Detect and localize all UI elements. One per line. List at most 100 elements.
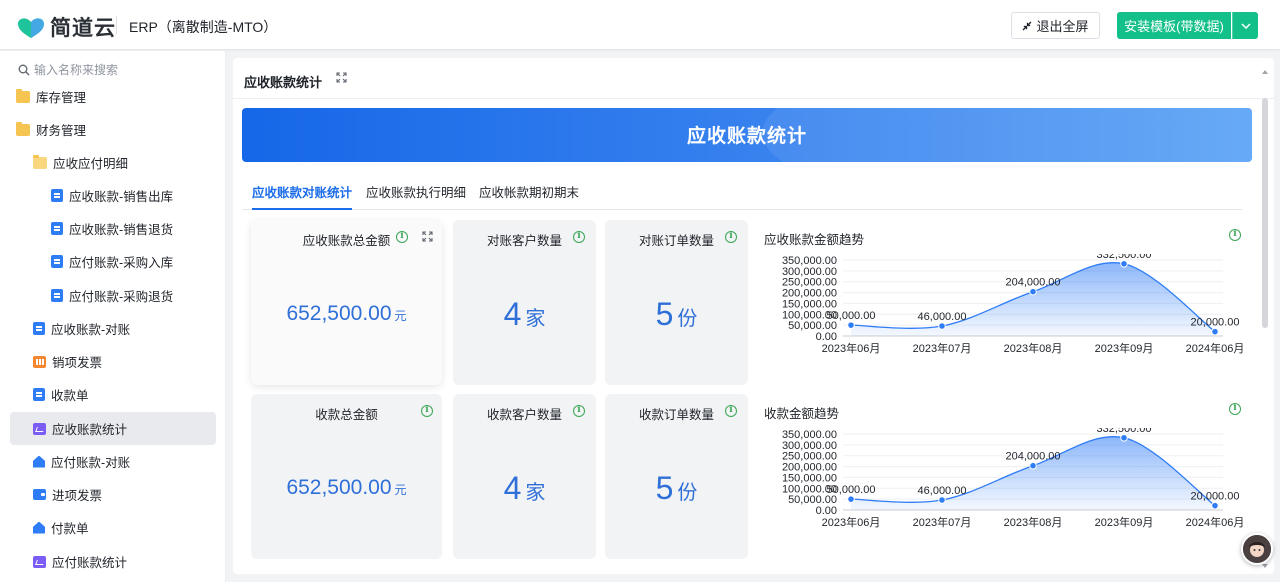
tab-ar-execution-detail[interactable]: 应收账款执行明细	[366, 182, 466, 210]
info-icon[interactable]	[1229, 403, 1241, 415]
kpi-title: 应收账款总金额	[302, 234, 391, 248]
scrollbar-thumb[interactable]	[1262, 98, 1268, 328]
header-divider	[116, 16, 117, 34]
chart-title-receipt-trend: 收款金额趋势	[764, 407, 840, 421]
banner-title: 应收账款统计	[686, 126, 807, 147]
sidebar-item-ar-statistics[interactable]: 应收账款统计	[10, 412, 216, 445]
y-tick-label: 0.00	[816, 331, 837, 343]
data-label: 332,500.00	[1096, 428, 1151, 435]
sidebar-item-label: 销项发票	[52, 356, 103, 370]
expand-icon[interactable]	[422, 231, 433, 242]
chart-icon	[33, 555, 46, 568]
sidebar-item-inventory[interactable]: 库存管理	[10, 80, 216, 113]
y-tick-label: 350,000.00	[782, 429, 837, 441]
logo-text: 简道云	[50, 17, 116, 40]
info-icon[interactable]	[573, 405, 585, 417]
data-point	[847, 495, 855, 503]
info-icon[interactable]	[1229, 229, 1241, 241]
sidebar-item-input-invoice[interactable]: 进项发票	[10, 478, 216, 511]
assistant-avatar[interactable]	[1241, 533, 1273, 565]
sidebar-item-label: 财务管理	[36, 124, 87, 138]
y-tick-label: 150,000.00	[782, 298, 837, 310]
kpi-ar-total-amount: 应收账款总金额 652,500.00元	[251, 220, 442, 385]
sidebar-item-output-invoice[interactable]: 销项发票	[10, 345, 216, 378]
tab-ar-period-begin-end[interactable]: 应收帐款期初期末	[479, 182, 579, 210]
exit-fullscreen-label: 退出全屏	[1036, 19, 1089, 34]
sidebar-item-label: 应收账款-对账	[51, 323, 131, 337]
sidebar-item-label: 应收账款-销售出库	[69, 190, 174, 204]
form-icon	[51, 222, 63, 235]
chevron-down-icon	[1240, 22, 1251, 29]
y-tick-label: 250,000.00	[782, 277, 837, 289]
data-label: 46,000.00	[918, 311, 967, 323]
sidebar-item-ar-reconcile[interactable]: 应收账款-对账	[10, 312, 216, 345]
sidebar-item-ap-statistics[interactable]: 应付账款统计	[10, 545, 216, 578]
ar-amount-trend-chart: 0.0050,000.00100,000.00150,000.00200,000…	[782, 254, 1243, 355]
tab-ar-reconcile-stats[interactable]: 应收账款对账统计	[252, 182, 353, 210]
kpi-value: 5份	[655, 470, 698, 506]
sidebar-item-label: 应付账款-采购入库	[69, 256, 174, 270]
info-icon[interactable]	[725, 231, 737, 243]
data-point	[938, 496, 946, 504]
data-label: 204,000.00	[1005, 451, 1060, 463]
sidebar-item-ap-purchase-in[interactable]: 应付账款-采购入库	[10, 245, 216, 278]
sidebar-item-label: 付款单	[51, 522, 89, 536]
kpi-value: 652,500.00 元	[286, 302, 407, 325]
info-icon[interactable]	[573, 231, 585, 243]
data-point	[1211, 501, 1219, 510]
sidebar-item-label: 进项发票	[52, 489, 103, 503]
dashboard-banner: 应收账款统计	[242, 108, 1252, 162]
data-label: 332,500.00	[1096, 254, 1151, 261]
y-tick-label: 200,000.00	[782, 462, 837, 474]
sidebar-item-label: 应收账款-销售退货	[69, 223, 174, 237]
x-tick-label: 2024年06月	[1186, 341, 1243, 355]
kpi-receipt-total-amount: 收款总金额 652,500.00元	[251, 394, 442, 559]
sidebar-item-ar-sales-out[interactable]: 应收账款-销售出库	[10, 179, 216, 212]
info-icon[interactable]	[725, 405, 737, 417]
exit-fullscreen-button[interactable]: 退出全屏	[1011, 12, 1100, 39]
logo[interactable]: 简道云	[16, 12, 116, 42]
data-label: 20,000.00	[1191, 317, 1240, 329]
data-label: 50,000.00	[827, 310, 876, 322]
x-tick-label: 2023年07月	[913, 515, 972, 529]
data-point	[938, 322, 946, 330]
info-icon[interactable]	[421, 405, 433, 417]
x-tick-label: 2023年08月	[1004, 341, 1063, 355]
scroll-down-arrow[interactable]	[1262, 564, 1268, 568]
data-point	[1120, 434, 1128, 442]
data-point	[847, 321, 855, 329]
sidebar-item-ap-reconcile[interactable]: 应付账款-对账	[10, 445, 216, 478]
info-icon[interactable]	[396, 231, 408, 243]
top-bar: 简道云 ERP（离散制造-MTO） 退出全屏 安装模板(带数据)	[0, 0, 1280, 50]
x-tick-label: 2023年07月	[913, 341, 972, 355]
expand-icon[interactable]	[336, 72, 347, 83]
sidebar-item-receipt[interactable]: 收款单	[10, 378, 216, 411]
kpi-value: 4家	[503, 296, 546, 332]
form-icon	[51, 189, 63, 202]
kpi-title: 收款总金额	[315, 408, 378, 422]
sidebar-item-ar-ap-detail[interactable]: 应收应付明细	[10, 146, 216, 179]
data-label: 50,000.00	[827, 484, 876, 496]
search-icon	[18, 64, 30, 75]
data-point	[1120, 260, 1128, 268]
folder-icon	[16, 88, 30, 103]
y-tick-label: 250,000.00	[782, 451, 837, 463]
app-title: ERP（离散制造-MTO）	[129, 19, 278, 35]
sidebar-item-payment[interactable]: 付款单	[10, 511, 216, 544]
search-input[interactable]: 输入名称来搜索	[34, 61, 118, 78]
y-tick-label: 350,000.00	[782, 255, 837, 267]
folder-open-icon	[33, 154, 47, 169]
form-icon	[33, 388, 45, 401]
sidebar-item-finance[interactable]: 财务管理	[10, 113, 216, 146]
install-template-button[interactable]: 安装模板(带数据)	[1117, 12, 1231, 39]
install-options-dropdown[interactable]	[1232, 12, 1258, 39]
page-title: 应收账款统计	[244, 75, 323, 90]
sidebar-search[interactable]: 输入名称来搜索	[18, 61, 118, 78]
sidebar-item-ap-purchase-return[interactable]: 应付账款-采购退货	[10, 279, 216, 312]
invoice-icon	[33, 355, 46, 368]
sidebar-item-label: 收款单	[51, 389, 89, 403]
install-template-label: 安装模板(带数据)	[1124, 19, 1224, 34]
scroll-up-arrow[interactable]	[1262, 70, 1268, 74]
sidebar-item-ar-sales-return[interactable]: 应收账款-销售退货	[10, 212, 216, 245]
sidebar-item-label: 应收应付明细	[53, 157, 129, 171]
